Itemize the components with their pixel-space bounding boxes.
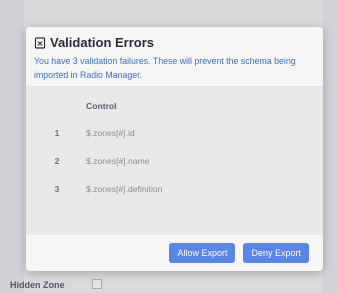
row-index: 1 [54, 128, 60, 138]
background-sidebar [0, 0, 24, 293]
document-x-icon [34, 36, 46, 49]
index-column-header [26, 96, 86, 119]
validation-table: Control 1 $.zones[#].id 2 $.zones[#].nam… [26, 96, 323, 203]
table-row: 2 $.zones[#].name [26, 147, 323, 175]
background-right-panel [323, 0, 337, 293]
control-column-header: Control [86, 101, 117, 111]
row-control: $.zones[#].id [86, 128, 135, 138]
dialog-header: Validation Errors You have 3 validation … [26, 27, 323, 87]
allow-export-button[interactable]: Allow Export [169, 243, 236, 263]
table-header-row: Control [26, 96, 323, 119]
table-row: 1 $.zones[#].id [26, 119, 323, 147]
row-control: $.zones[#].name [86, 156, 150, 166]
hidden-zone-label: Hidden Zone [10, 280, 65, 290]
row-index: 3 [54, 184, 60, 194]
hidden-zone-checkbox[interactable] [92, 279, 102, 289]
deny-export-button[interactable]: Deny Export [243, 243, 309, 263]
dialog-footer: Allow Export Deny Export [26, 235, 323, 271]
dialog-title: Validation Errors [34, 35, 315, 50]
dialog-body: Control 1 $.zones[#].id 2 $.zones[#].nam… [26, 87, 323, 242]
row-control: $.zones[#].definition [86, 184, 163, 194]
dialog-title-text: Validation Errors [50, 35, 155, 50]
dialog-description: You have 3 validation failures. These wi… [34, 56, 296, 80]
row-index: 2 [54, 156, 60, 166]
validation-errors-dialog: Validation Errors You have 3 validation … [26, 27, 323, 271]
table-row: 3 $.zones[#].definition [26, 175, 323, 203]
